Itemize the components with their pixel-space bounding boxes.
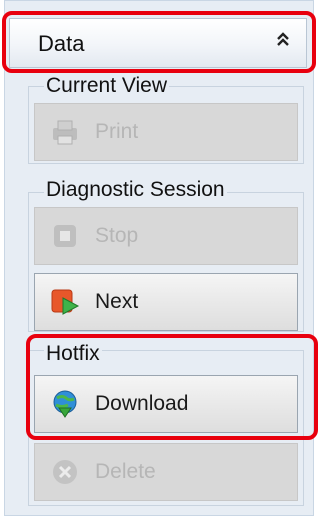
next-label: Next: [95, 290, 139, 313]
globe-download-icon: [53, 390, 77, 418]
double-chevron-up-icon[interactable]: [274, 28, 292, 50]
next-arrow-icon: [51, 289, 80, 315]
stop-label: Stop: [95, 224, 139, 247]
delete-button[interactable]: Delete: [34, 443, 298, 501]
hotfix-title: Hotfix: [44, 342, 102, 366]
delete-x-icon: [53, 460, 77, 484]
next-button[interactable]: Next: [34, 273, 298, 331]
diagnostic-session-title: Diagnostic Session: [44, 178, 227, 202]
download-button[interactable]: Download: [34, 375, 298, 433]
download-label: Download: [95, 392, 189, 415]
print-label: Print: [95, 120, 139, 143]
stop-icon: [54, 225, 76, 247]
current-view-title: Current View: [44, 74, 169, 98]
data-section-title: Data: [38, 31, 85, 56]
printer-icon: [53, 120, 77, 145]
delete-label: Delete: [95, 460, 156, 483]
stop-button[interactable]: Stop: [34, 207, 298, 265]
print-button[interactable]: Print: [34, 103, 298, 161]
